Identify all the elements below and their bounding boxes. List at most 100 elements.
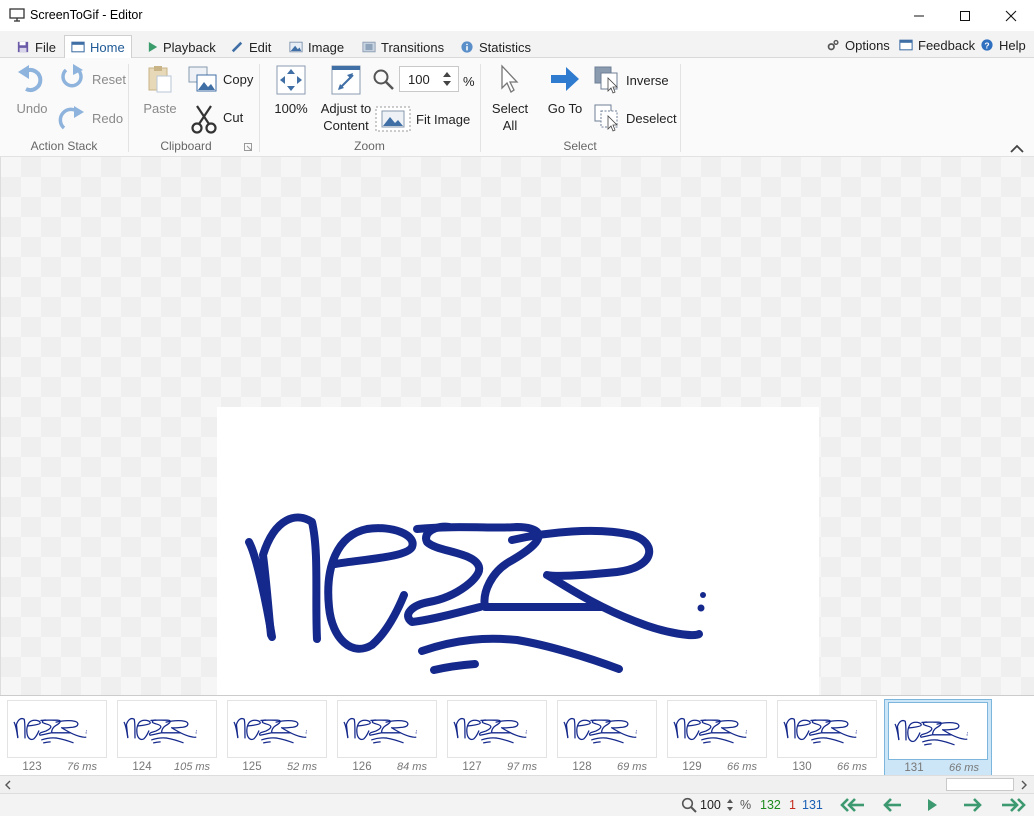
frame-number: 125 bbox=[242, 761, 262, 773]
horizontal-scrollbar[interactable] bbox=[0, 775, 1034, 793]
copy-label: Copy bbox=[223, 72, 254, 87]
editor-canvas[interactable] bbox=[0, 157, 1034, 759]
paste-button[interactable]: Paste bbox=[138, 64, 182, 124]
tab-label: Home bbox=[90, 39, 125, 55]
thumbnail-image bbox=[888, 702, 988, 760]
frame-thumbnail[interactable]: 129 66 ms bbox=[667, 700, 767, 774]
frame-thumbnail[interactable]: 127 97 ms bbox=[447, 700, 547, 774]
tab-home[interactable]: Home bbox=[64, 35, 132, 58]
options-link[interactable]: Options bbox=[820, 34, 896, 56]
zoom-stepper[interactable]: 100 bbox=[399, 66, 459, 92]
frame-thumbnail[interactable]: 123 76 ms bbox=[7, 700, 107, 774]
close-button[interactable] bbox=[988, 0, 1034, 31]
status-zoom-unit: % bbox=[740, 798, 752, 812]
feedback-label: Feedback bbox=[918, 37, 976, 53]
play-icon[interactable] bbox=[926, 798, 938, 812]
redo-button[interactable]: Redo bbox=[58, 104, 126, 132]
tab-playback[interactable]: Playback bbox=[142, 36, 222, 58]
group-label-zoom: Zoom bbox=[354, 139, 385, 153]
inverse-button[interactable]: Inverse bbox=[594, 66, 676, 94]
frame-number: 128 bbox=[572, 761, 592, 773]
frame-number: 129 bbox=[682, 761, 702, 773]
cut-label: Cut bbox=[223, 110, 244, 125]
image-icon bbox=[289, 41, 303, 53]
thumbnail-drawing bbox=[894, 719, 968, 746]
scissors-icon bbox=[191, 105, 217, 134]
cut-button[interactable]: Cut bbox=[188, 104, 258, 134]
frame-thumbnail[interactable]: 125 52 ms bbox=[227, 700, 327, 774]
stepper-arrows-icon[interactable] bbox=[442, 71, 452, 87]
maximize-button[interactable] bbox=[942, 0, 988, 31]
magnifier-icon bbox=[681, 797, 697, 813]
zoom-100-button[interactable]: 100% bbox=[270, 64, 312, 124]
feedback-link[interactable]: Feedback bbox=[893, 34, 981, 56]
dialog-launcher-icon[interactable] bbox=[244, 143, 252, 151]
zoom-unit: % bbox=[463, 74, 475, 89]
select-all-button[interactable]: Select All bbox=[488, 64, 532, 134]
thumbnail-drawing bbox=[453, 717, 527, 744]
current-frame-number: 131 bbox=[802, 798, 823, 812]
adjust-icon bbox=[331, 65, 361, 95]
scroll-right-icon[interactable] bbox=[1020, 780, 1028, 790]
undo-icon bbox=[18, 65, 43, 92]
frame-thumbnail[interactable]: 126 84 ms bbox=[337, 700, 437, 774]
zoom-100-icon bbox=[276, 65, 306, 95]
scroll-thumb[interactable] bbox=[946, 778, 1014, 791]
thumbnail-drawing bbox=[673, 717, 747, 744]
status-bar: 100 % 132 1 131 bbox=[0, 793, 1034, 816]
tab-edit[interactable]: Edit bbox=[224, 36, 277, 58]
title-bar: ScreenToGif - Editor bbox=[0, 0, 1034, 31]
frame-thumbnail[interactable]: 130 66 ms bbox=[777, 700, 877, 774]
copy-button[interactable]: Copy bbox=[188, 66, 258, 94]
go-to-button[interactable]: Go To bbox=[543, 64, 587, 124]
frame-thumbnail[interactable]: 124 105 ms bbox=[117, 700, 217, 774]
frame-list[interactable]: 123 76 ms 124 105 ms 125 52 ms 126 84 ms… bbox=[0, 695, 1034, 777]
thumbnail-drawing bbox=[343, 717, 417, 744]
frame-thumbnail[interactable]: 128 69 ms bbox=[557, 700, 657, 774]
svg-text:?: ? bbox=[984, 40, 989, 50]
paste-label: Paste bbox=[143, 101, 177, 116]
info-icon bbox=[461, 41, 473, 53]
thumbnail-image bbox=[7, 700, 107, 758]
tab-transitions[interactable]: Transitions bbox=[356, 36, 450, 58]
group-label-action-stack: Action Stack bbox=[30, 139, 98, 153]
status-zoom-stepper-icon[interactable] bbox=[726, 798, 734, 812]
group-label-select: Select bbox=[563, 139, 597, 153]
help-link[interactable]: ? Help bbox=[974, 34, 1032, 56]
thumbnail-image bbox=[777, 700, 877, 758]
adjust-to-content-button[interactable]: Adjust to Content bbox=[318, 64, 374, 134]
previous-frame-icon[interactable] bbox=[883, 798, 903, 812]
go-to-label: Go To bbox=[547, 101, 583, 116]
ribbon-tab-bar: File Home Playback Edit Image Transition… bbox=[0, 31, 1034, 58]
frame-thumbnail-selected[interactable]: 131 66 ms bbox=[884, 699, 992, 776]
deselect-button[interactable]: Deselect bbox=[594, 104, 677, 132]
reset-label: Reset bbox=[92, 72, 126, 87]
deselect-label: Deselect bbox=[626, 111, 677, 126]
collapse-ribbon-icon[interactable] bbox=[1010, 144, 1024, 153]
tab-label: Image bbox=[308, 39, 345, 55]
scroll-left-icon[interactable] bbox=[4, 780, 12, 790]
status-zoom-value[interactable]: 100 bbox=[700, 798, 721, 812]
reset-button[interactable]: Reset bbox=[58, 64, 126, 92]
frame-delay: 66 ms bbox=[727, 761, 757, 773]
minimize-button[interactable] bbox=[896, 0, 942, 31]
undo-button[interactable]: Undo bbox=[10, 63, 54, 123]
thumbnail-image bbox=[227, 700, 327, 758]
thumbnail-drawing bbox=[563, 717, 637, 744]
next-frame-icon[interactable] bbox=[962, 798, 982, 812]
tab-statistics[interactable]: Statistics bbox=[454, 36, 537, 58]
inverse-icon bbox=[594, 66, 618, 94]
thumbnail-drawing bbox=[783, 717, 857, 744]
fit-image-button[interactable]: Fit Image bbox=[375, 106, 475, 132]
last-frame-icon[interactable] bbox=[1000, 798, 1026, 812]
feedback-icon bbox=[899, 39, 913, 51]
tab-file[interactable]: File bbox=[10, 36, 62, 58]
tab-image[interactable]: Image bbox=[283, 36, 350, 58]
thumbnail-image bbox=[447, 700, 547, 758]
reset-icon bbox=[61, 64, 83, 88]
thumbnail-image bbox=[557, 700, 657, 758]
frame-delay: 66 ms bbox=[837, 761, 867, 773]
first-frame-icon[interactable] bbox=[840, 798, 866, 812]
pencil-icon bbox=[231, 41, 243, 53]
magnifier-icon bbox=[373, 69, 394, 90]
